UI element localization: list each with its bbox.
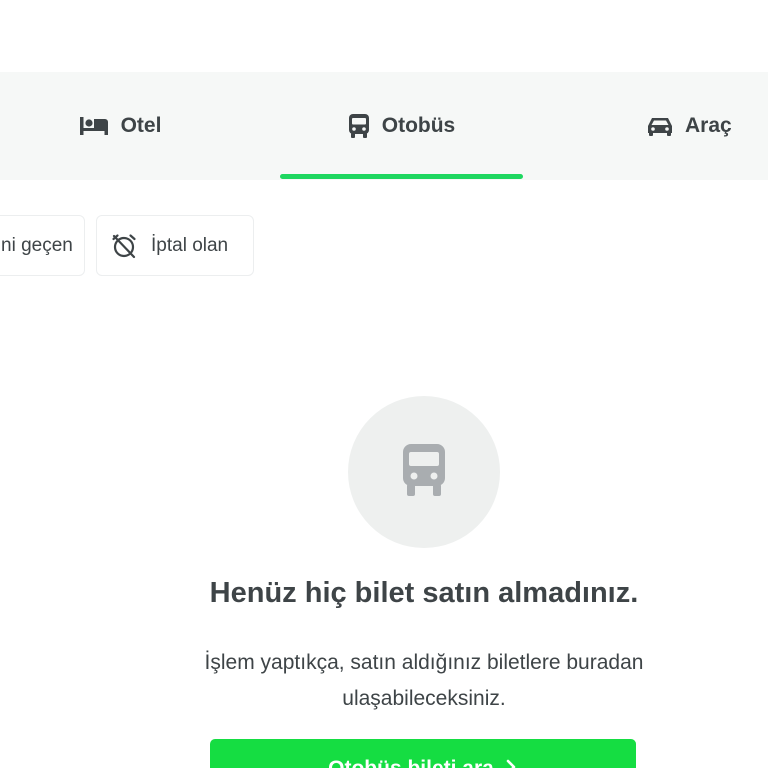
tab-otel[interactable]: Otel <box>0 72 240 180</box>
page: Otel Otobüs Araç ni geçen İptal olan Hen… <box>0 0 768 768</box>
empty-state-title: Henüz hiç bilet satın almadınız. <box>209 577 639 609</box>
product-tab-bar: Otel Otobüs Araç <box>0 72 768 180</box>
filter-chip-cancelled[interactable]: İptal olan <box>96 215 254 276</box>
bed-icon <box>79 116 109 136</box>
tab-arac[interactable]: Araç <box>600 72 768 180</box>
bus-icon <box>348 113 370 139</box>
tab-label: Otobüs <box>381 114 456 137</box>
search-bus-ticket-button[interactable]: Otobüs bileti ara <box>210 739 636 768</box>
alarm-off-icon <box>111 233 137 259</box>
empty-state-description: İşlem yaptıkça, satın aldığınız biletler… <box>204 651 644 710</box>
filter-chip-past[interactable]: ni geçen <box>0 215 85 276</box>
empty-state-illustration <box>348 396 500 548</box>
tab-otobus[interactable]: Otobüs <box>280 72 523 180</box>
car-icon <box>647 115 673 137</box>
chevron-right-icon <box>504 757 518 768</box>
button-label: Otobüs bileti ara <box>328 757 494 768</box>
active-tab-indicator <box>280 174 523 179</box>
filter-chip-label: İptal olan <box>151 234 229 256</box>
tab-label: Araç <box>685 114 732 137</box>
tab-label: Otel <box>120 114 162 137</box>
filter-chip-label: ni geçen <box>1 234 73 256</box>
bus-icon <box>401 442 447 503</box>
